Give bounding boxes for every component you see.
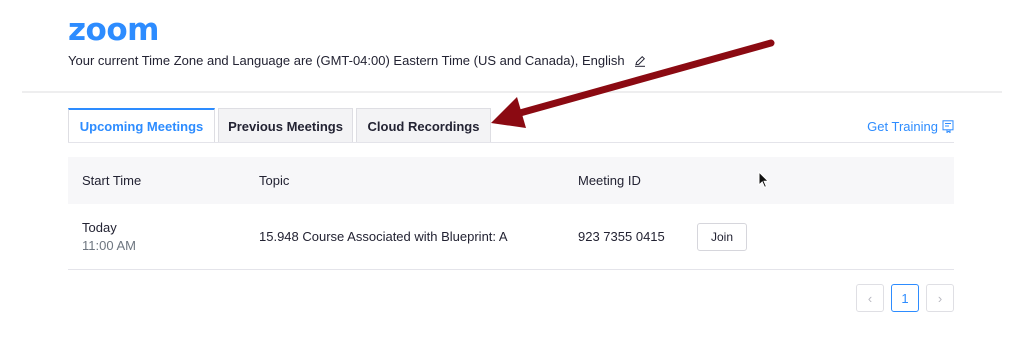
tab-previous-meetings[interactable]: Previous Meetings [218, 108, 353, 143]
zoom-logo: zoom [68, 12, 159, 48]
mouse-cursor-icon [758, 171, 770, 188]
page-1-button[interactable]: 1 [891, 284, 919, 312]
header-start-time: Start Time [82, 173, 142, 188]
header-topic: Topic [259, 173, 290, 188]
meeting-time: 11:00 AM [82, 238, 136, 253]
start-time-cell: Today 11:00 AM [68, 220, 244, 253]
prev-page-button[interactable]: ‹ [856, 284, 884, 312]
timezone-language-line: Your current Time Zone and Language are … [68, 53, 646, 69]
get-training-link[interactable]: Get Training [867, 119, 954, 134]
meeting-id: 923 7355 0415 [578, 229, 665, 244]
meeting-day: Today [82, 220, 117, 235]
meeting-tabs: Upcoming Meetings Previous Meetings Clou… [68, 108, 494, 143]
tabs-baseline [68, 142, 954, 143]
table-row: Today 11:00 AM 15.948 Course Associated … [68, 204, 954, 270]
tab-upcoming-meetings[interactable]: Upcoming Meetings [68, 108, 215, 143]
get-training-label: Get Training [867, 119, 938, 134]
tab-cloud-recordings[interactable]: Cloud Recordings [356, 108, 491, 143]
actions-cell: Join [697, 222, 954, 251]
timezone-text: Your current Time Zone and Language are … [68, 53, 625, 68]
meeting-topic[interactable]: 15.948 Course Associated with Blueprint:… [244, 229, 564, 244]
next-page-button[interactable]: › [926, 284, 954, 312]
header-meeting-id: Meeting ID [578, 173, 641, 188]
meetings-table: Start Time Topic Meeting ID Today 11:00 … [68, 157, 954, 270]
training-document-icon [942, 120, 954, 133]
header-divider [22, 91, 1002, 93]
pagination: ‹ 1 › [856, 284, 954, 312]
join-button[interactable]: Join [697, 222, 748, 251]
table-header: Start Time Topic Meeting ID [68, 157, 954, 204]
pencil-icon[interactable] [634, 55, 646, 67]
